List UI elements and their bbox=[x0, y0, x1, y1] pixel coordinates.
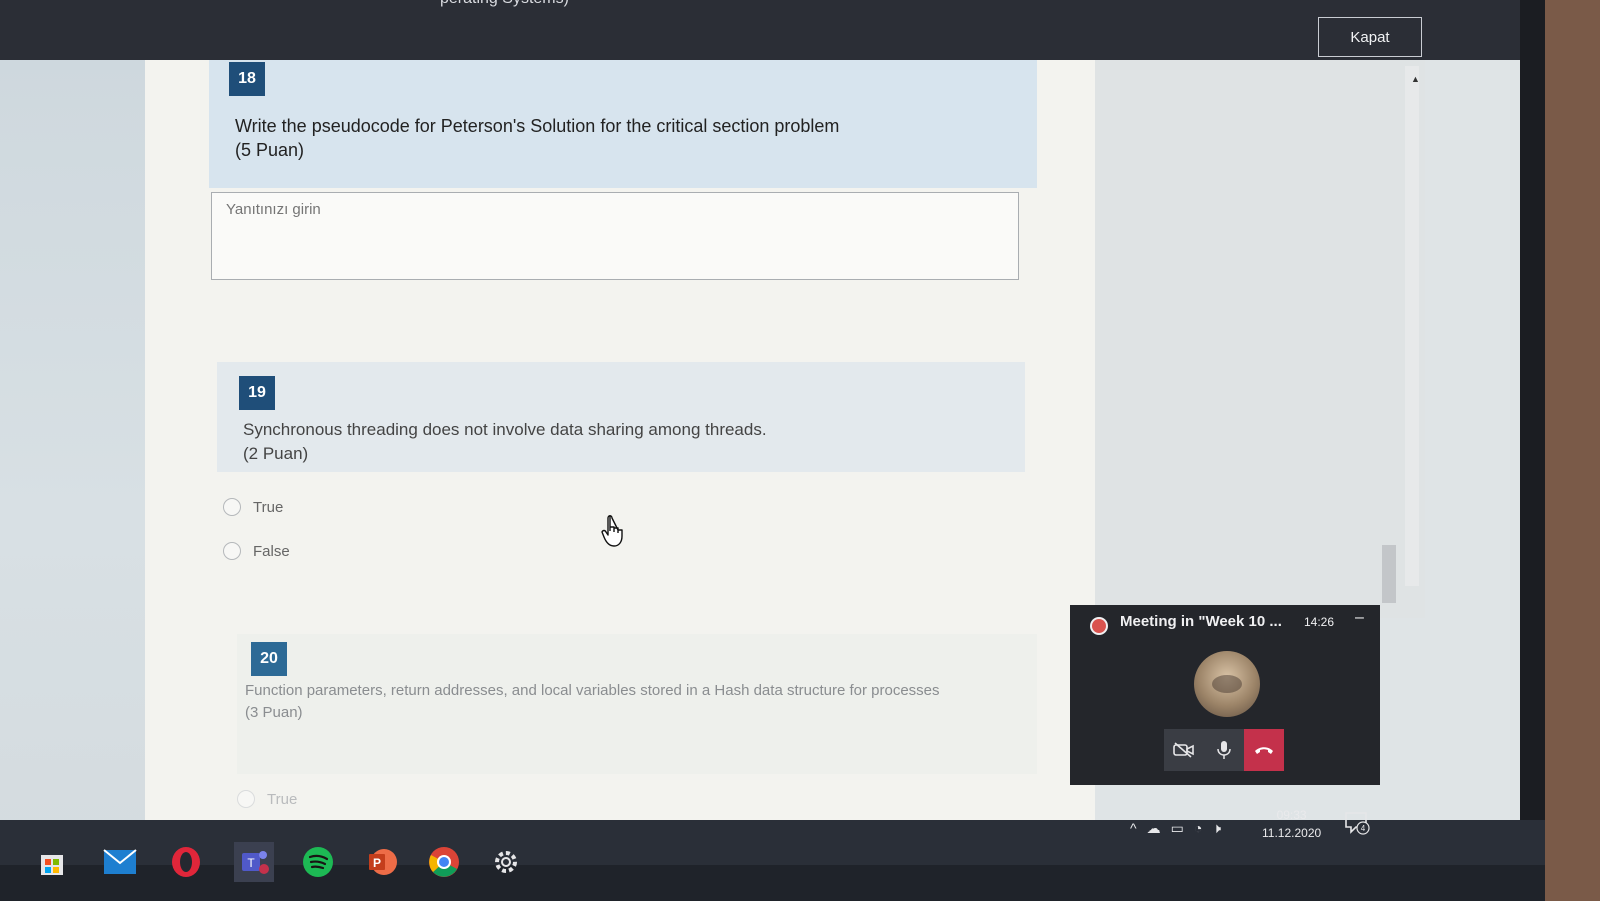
meeting-time: 14:26 bbox=[1304, 615, 1335, 629]
notification-icon: 4 bbox=[1345, 812, 1370, 835]
question-points: (2 Puan) bbox=[243, 444, 309, 463]
meeting-window[interactable]: Meeting in "Week 10 ... 14:26 – bbox=[1070, 605, 1380, 785]
mute-button[interactable] bbox=[1204, 729, 1244, 771]
answer-input[interactable] bbox=[211, 192, 1019, 280]
scroll-thumb[interactable] bbox=[1382, 545, 1396, 603]
radio-button[interactable] bbox=[223, 498, 241, 516]
option-false[interactable]: False bbox=[223, 542, 290, 560]
question-prompt: Function parameters, return addresses, a… bbox=[245, 682, 940, 699]
record-icon bbox=[1092, 619, 1106, 633]
question-points: (3 Puan) bbox=[245, 704, 303, 721]
monitor-bezel bbox=[0, 865, 1545, 901]
option-true[interactable]: True bbox=[223, 498, 283, 516]
volume-muted-icon[interactable]: 🕨 bbox=[1212, 820, 1221, 837]
close-button[interactable]: Kapat bbox=[1318, 17, 1422, 57]
settings-icon bbox=[495, 851, 517, 873]
svg-text:T: T bbox=[247, 856, 255, 870]
question-text: Write the pseudocode for Peterson's Solu… bbox=[235, 114, 995, 162]
chevron-up-icon[interactable]: ^ bbox=[1130, 820, 1137, 836]
right-pane bbox=[1095, 58, 1425, 618]
opera-icon bbox=[172, 847, 200, 877]
opera-button[interactable] bbox=[166, 842, 206, 882]
microphone-icon bbox=[1217, 741, 1231, 759]
question-prompt: Write the pseudocode for Peterson's Solu… bbox=[235, 116, 840, 136]
question-number: 18 bbox=[229, 62, 265, 96]
notification-count: 4 bbox=[1361, 824, 1366, 833]
video-toggle-button[interactable] bbox=[1164, 729, 1204, 771]
option-true[interactable]: True bbox=[237, 790, 297, 808]
mail-button[interactable] bbox=[100, 842, 140, 882]
settings-button[interactable] bbox=[486, 842, 526, 882]
clock[interactable]: 09:33 11.12.2020 bbox=[1262, 806, 1321, 842]
question-number: 20 bbox=[251, 642, 287, 676]
question-text: Function parameters, return addresses, a… bbox=[245, 680, 1005, 724]
powerpoint-icon: P bbox=[369, 849, 397, 875]
radio-button[interactable] bbox=[237, 790, 255, 808]
wifi-icon[interactable]: ◔ bbox=[1194, 820, 1202, 836]
cloud-icon[interactable]: ☁ bbox=[1147, 820, 1161, 837]
option-label: True bbox=[267, 790, 298, 808]
meeting-title: Meeting in "Week 10 ... bbox=[1120, 613, 1282, 630]
radio-button[interactable] bbox=[223, 542, 241, 560]
teams-button[interactable]: T bbox=[234, 842, 274, 882]
notification-center[interactable]: 4 bbox=[1344, 810, 1370, 841]
window-title: perating Systems) bbox=[440, 0, 569, 8]
screen: ▲ 18 Write the pseudocode for Peterson's… bbox=[0, 0, 1520, 865]
title-bar: perating Systems) Kapat bbox=[0, 0, 1520, 60]
store-icon bbox=[41, 855, 63, 875]
spotify-icon bbox=[303, 847, 333, 877]
clock-time: 09:33 bbox=[1276, 808, 1307, 822]
chrome-icon bbox=[429, 847, 459, 877]
svg-text:P: P bbox=[373, 856, 381, 870]
teams-icon: T bbox=[242, 851, 269, 874]
video-off-icon bbox=[1173, 742, 1194, 758]
question-text: Synchronous threading does not involve d… bbox=[243, 418, 1003, 466]
question-19: 19 Synchronous threading does not involv… bbox=[217, 362, 1025, 472]
spotify-button[interactable] bbox=[298, 842, 338, 882]
left-gutter bbox=[0, 0, 145, 865]
clock-date: 11.12.2020 bbox=[1262, 826, 1322, 840]
powerpoint-button[interactable]: P bbox=[362, 842, 402, 882]
question-points: (5 Puan) bbox=[235, 140, 305, 160]
option-label: False bbox=[253, 542, 290, 560]
option-label: True bbox=[253, 498, 284, 516]
scrollbar[interactable] bbox=[1405, 66, 1419, 586]
chrome-button[interactable] bbox=[424, 842, 464, 882]
question-number: 19 bbox=[239, 376, 275, 410]
system-tray: ^ ☁ ▭ ◔ 🕨 bbox=[1130, 808, 1221, 848]
hand-pointer-icon bbox=[601, 515, 623, 547]
question-18: 18 Write the pseudocode for Peterson's S… bbox=[209, 56, 1037, 188]
hang-up-button[interactable] bbox=[1244, 729, 1284, 771]
question-prompt: Synchronous threading does not involve d… bbox=[243, 420, 767, 439]
mail-icon bbox=[103, 849, 137, 874]
hang-up-icon bbox=[1255, 747, 1273, 754]
scroll-up-icon[interactable]: ▲ bbox=[1411, 74, 1420, 84]
question-20: 20 Function parameters, return addresses… bbox=[237, 634, 1037, 774]
avatar bbox=[1194, 651, 1260, 717]
form-area: 18 Write the pseudocode for Peterson's S… bbox=[145, 14, 1095, 844]
store-button[interactable] bbox=[32, 842, 72, 882]
battery-icon[interactable]: ▭ bbox=[1171, 820, 1184, 837]
minimize-button[interactable]: – bbox=[1355, 609, 1364, 627]
call-controls bbox=[1164, 729, 1284, 771]
